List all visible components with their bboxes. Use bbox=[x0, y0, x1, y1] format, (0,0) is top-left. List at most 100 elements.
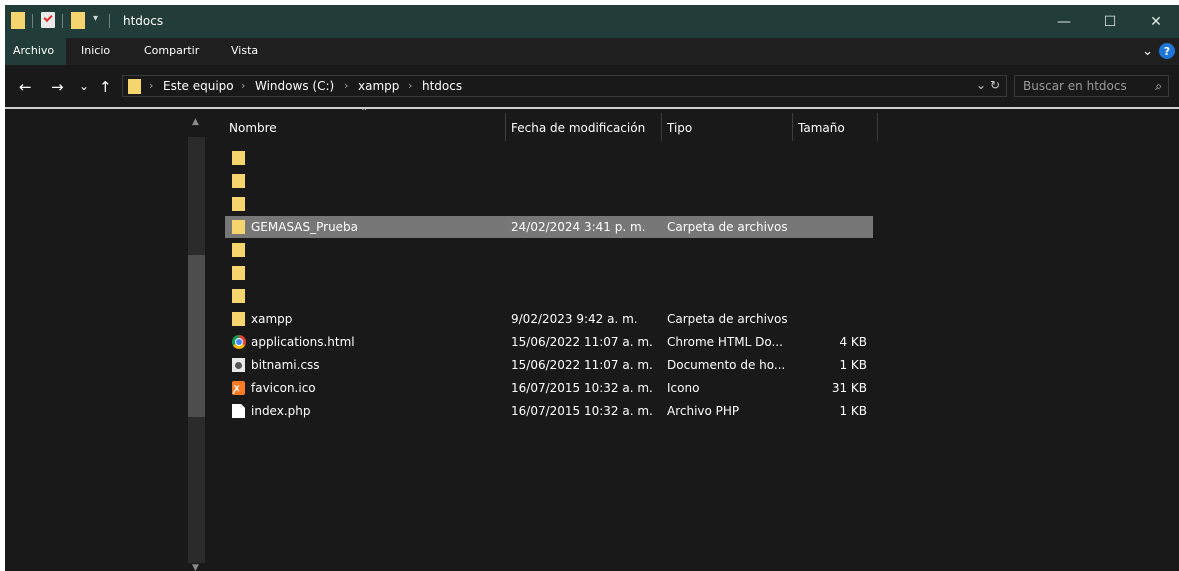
scrollbar-thumb[interactable] bbox=[188, 255, 205, 417]
new-folder-icon[interactable] bbox=[71, 12, 85, 29]
file-name: index.php bbox=[251, 404, 311, 418]
breadcrumb-htdocs[interactable]: htdocs bbox=[422, 79, 462, 93]
folder-icon bbox=[232, 243, 245, 257]
search-icon[interactable]: ⌕ bbox=[1155, 79, 1162, 94]
maximize-button[interactable]: ☐ bbox=[1087, 5, 1133, 38]
separator bbox=[109, 14, 110, 28]
ribbon-tabs: Archivo Inicio Compartir Vista ⌄ ? bbox=[5, 38, 1179, 65]
file-row[interactable]: xampp 9/02/2023 9:42 a. m. Carpeta de arch… bbox=[225, 308, 873, 330]
scroll-up-icon[interactable]: ▲ bbox=[192, 117, 199, 127]
column-header-type[interactable]: Tipo bbox=[667, 121, 692, 135]
file-type: Documento de ho... bbox=[667, 358, 786, 372]
folder-icon bbox=[232, 174, 245, 188]
window-title: htdocs bbox=[123, 14, 164, 28]
up-button[interactable]: ↑ bbox=[99, 78, 112, 96]
folder-icon bbox=[232, 312, 245, 326]
forward-button[interactable]: → bbox=[51, 78, 64, 96]
file-type: Archivo PHP bbox=[667, 404, 740, 418]
file-explorer-window: ▾ htdocs — ☐ ✕ Archivo Inicio Compartir … bbox=[5, 5, 1179, 571]
column-header-name[interactable]: Nombre bbox=[229, 121, 277, 135]
customize-toolbar-icon[interactable]: ▾ bbox=[93, 13, 98, 24]
file-type: Carpeta de archivos bbox=[667, 220, 788, 234]
refresh-icon[interactable]: ↻ bbox=[990, 78, 1000, 92]
breadcrumb-windows-c[interactable]: Windows (C:) bbox=[255, 79, 334, 93]
navigation-pane-scrollbar[interactable]: ▲ ▼ bbox=[188, 117, 205, 571]
separator bbox=[62, 14, 63, 28]
breadcrumb-separator: › bbox=[241, 79, 246, 92]
folder-icon bbox=[11, 12, 25, 29]
file-row[interactable]: GEMASAS_Prueba 24/02/2024 3:41 p. m. Carpe… bbox=[225, 216, 873, 238]
address-dropdown-icon[interactable]: ⌄ bbox=[976, 78, 986, 92]
file-date: 9/02/2023 9:42 a. m. bbox=[511, 312, 638, 326]
search-input[interactable]: Buscar en htdocs ⌕ bbox=[1014, 75, 1169, 97]
xampp-icon bbox=[232, 380, 245, 395]
tab-vista[interactable]: Vista bbox=[223, 38, 266, 65]
file-name: applications.html bbox=[251, 335, 355, 349]
properties-icon[interactable] bbox=[41, 12, 55, 28]
file-name: xampp bbox=[251, 312, 293, 326]
file-list: ⌃ Nombre Fecha de modificación Tipo Tama… bbox=[205, 107, 1179, 571]
column-separator[interactable] bbox=[505, 113, 506, 141]
breadcrumb-separator: › bbox=[408, 79, 413, 92]
file-row[interactable]: index.php 16/07/2015 10:32 a. m. Archivo P… bbox=[225, 400, 873, 422]
file-date: 16/07/2015 10:32 a. m. bbox=[511, 404, 653, 418]
address-bar[interactable]: › Este equipo › Windows (C:) › xampp › h… bbox=[122, 75, 1007, 97]
breadcrumb-separator: › bbox=[149, 79, 154, 92]
breadcrumb-xampp[interactable]: xampp bbox=[358, 79, 399, 93]
css-file-icon bbox=[232, 358, 245, 372]
sort-ascending-icon: ⌃ bbox=[360, 107, 369, 118]
folder-icon bbox=[232, 197, 245, 211]
tab-archivo[interactable]: Archivo bbox=[5, 38, 66, 65]
file-name: favicon.ico bbox=[251, 381, 316, 395]
address-controls: ⌄ ↻ bbox=[976, 78, 1000, 92]
separator bbox=[32, 14, 33, 28]
file-row[interactable]: favicon.ico 16/07/2015 10:32 a. m. Icono 31… bbox=[225, 377, 873, 399]
chrome-icon bbox=[232, 335, 246, 349]
file-size: 31 KB bbox=[831, 381, 867, 395]
navigation-pane[interactable]: ▲ ▼ bbox=[5, 109, 205, 571]
column-separator[interactable] bbox=[877, 113, 878, 141]
folder-icon bbox=[232, 220, 245, 234]
file-date: 24/02/2024 3:41 p. m. bbox=[511, 220, 646, 234]
column-header-size[interactable]: Tamaño bbox=[798, 121, 845, 135]
column-header-date[interactable]: Fecha de modificación bbox=[511, 121, 645, 135]
file-type: Carpeta de archivos bbox=[667, 312, 788, 326]
file-row[interactable] bbox=[225, 285, 873, 307]
folder-icon bbox=[128, 79, 141, 94]
folder-icon bbox=[232, 266, 245, 280]
file-row[interactable] bbox=[225, 193, 873, 215]
file-date: 15/06/2022 11:07 a. m. bbox=[511, 335, 653, 349]
minimize-button[interactable]: — bbox=[1041, 5, 1087, 38]
expand-ribbon-icon[interactable]: ⌄ bbox=[1142, 44, 1153, 59]
back-button[interactable]: ← bbox=[19, 78, 32, 96]
column-separator[interactable] bbox=[661, 113, 662, 141]
breadcrumb-este-equipo[interactable]: Este equipo bbox=[163, 79, 234, 93]
file-size: 4 KB bbox=[839, 335, 867, 349]
breadcrumb-separator: › bbox=[344, 79, 349, 92]
search-placeholder: Buscar en htdocs bbox=[1023, 79, 1127, 93]
ribbon-right-controls: ⌄ ? bbox=[1142, 43, 1175, 59]
file-date: 16/07/2015 10:32 a. m. bbox=[511, 381, 653, 395]
recent-locations-button[interactable]: ⌄ bbox=[79, 79, 89, 93]
file-size: 1 KB bbox=[839, 358, 867, 372]
file-icon bbox=[232, 404, 245, 418]
close-button[interactable]: ✕ bbox=[1133, 5, 1179, 38]
file-type: Icono bbox=[667, 381, 700, 395]
scroll-down-icon[interactable]: ▼ bbox=[192, 563, 199, 571]
file-row[interactable] bbox=[225, 147, 873, 169]
file-row[interactable]: bitnami.css 15/06/2022 11:07 a. m. Documen… bbox=[225, 354, 873, 376]
title-bar: ▾ htdocs — ☐ ✕ bbox=[5, 5, 1179, 38]
tab-inicio[interactable]: Inicio bbox=[73, 38, 118, 65]
file-row[interactable] bbox=[225, 262, 873, 284]
file-row[interactable]: applications.html 15/06/2022 11:07 a. m. C… bbox=[225, 331, 873, 353]
column-separator[interactable] bbox=[792, 113, 793, 141]
file-row[interactable] bbox=[225, 170, 873, 192]
tab-compartir[interactable]: Compartir bbox=[136, 38, 207, 65]
file-name: GEMASAS_Prueba bbox=[251, 220, 359, 234]
file-row[interactable] bbox=[225, 239, 873, 261]
folder-icon bbox=[232, 151, 245, 165]
file-size: 1 KB bbox=[839, 404, 867, 418]
navigation-bar: ← → ⌄ ↑ › Este equipo › Windows (C:) › x… bbox=[5, 65, 1179, 107]
help-icon[interactable]: ? bbox=[1159, 43, 1175, 59]
file-name: bitnami.css bbox=[251, 358, 320, 372]
